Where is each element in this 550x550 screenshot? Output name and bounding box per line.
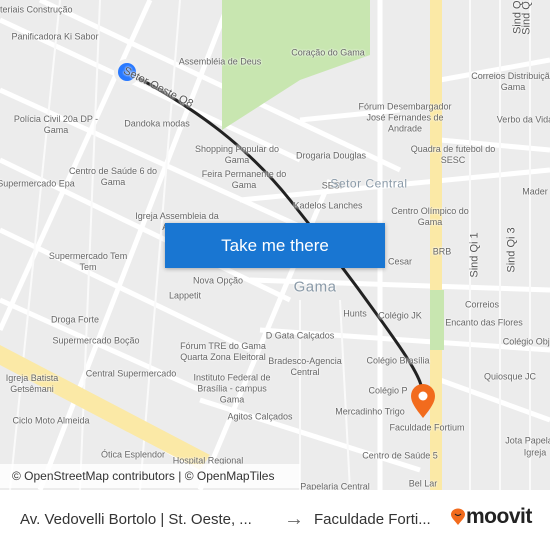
map-place-label: Ciclo Moto Almeida xyxy=(12,415,90,426)
map-place-label: Sind Qi xyxy=(511,0,524,35)
take-me-there-button[interactable]: Take me there xyxy=(165,223,385,268)
map-place-label: Encanto das Flores xyxy=(445,317,523,328)
map-place-label: Colégio Objet xyxy=(502,336,550,347)
main-avenue xyxy=(430,0,442,490)
map-place-label: Sind Qi 1 xyxy=(468,232,481,278)
map-place-label: Bel Lar xyxy=(408,478,438,489)
destination-name: Faculdade Forti... xyxy=(314,511,431,528)
map-place-label: Fórum TRE do Gama Quarta Zona Eleitoral xyxy=(180,341,266,362)
arrow-right-icon: → xyxy=(284,508,304,530)
map-place-label: Instituto Federal de Brasília - campus G… xyxy=(193,372,271,405)
map-place-label: Assembléia de Deus xyxy=(178,56,262,67)
map-place-label: Colégio P xyxy=(368,385,408,396)
map-place-label: Quadra de futebol do SESC xyxy=(410,144,496,165)
map-place-label: Correios Distribuição Gama xyxy=(471,71,550,92)
district-label: Setor Central xyxy=(330,176,408,191)
map-place-label: Feira Permanente do Gama xyxy=(201,169,287,190)
map-place-label: Central Supermercado xyxy=(85,368,177,379)
map-place-label: Polícia Civil 20a DP - Gama xyxy=(13,114,99,135)
map-place-label: Drogaria Douglas xyxy=(295,150,367,161)
map-place-label: BRB xyxy=(432,246,452,257)
moovit-logo: moovit xyxy=(450,505,532,529)
map-place-label: Droga Forte xyxy=(50,314,100,325)
district-label: Gama xyxy=(293,278,337,296)
map-place-label: Agitos Calçados xyxy=(227,411,293,422)
map-place-label: Panificadora Ki Sabor xyxy=(11,31,99,42)
map-place-label: Fórum Desembargador José Fernandes de An… xyxy=(358,101,452,134)
map-place-label: Centro Olímpico do Gama xyxy=(391,206,469,227)
map-place-label: Supermercado Epa xyxy=(0,178,75,189)
map-place-label: Jota Papela xyxy=(505,435,550,446)
map-place-label: Centro de Saúde 5 xyxy=(362,450,438,461)
map-place-label: Lappetit xyxy=(168,290,202,301)
map-place-label: Sind Qi 3 xyxy=(505,227,518,273)
map-place-label: Shopping Popular do Gama xyxy=(194,144,280,165)
origin-name: Av. Vedovelli Bortolo | St. Oeste, ... xyxy=(20,511,252,528)
map-place-label: Dandoka modas xyxy=(124,118,190,129)
map-place-label: Mader xyxy=(522,186,548,197)
map-place-label: Mercadinho Trigo xyxy=(335,406,405,417)
map-place-label: Correios xyxy=(464,299,500,310)
map[interactable]: Materiais Construção Panificadora Ki Sabo… xyxy=(0,0,550,490)
moovit-pin-icon xyxy=(451,508,465,525)
map-place-label: Supermercado Boção xyxy=(52,335,140,346)
map-place-label: Kadelos Lanches xyxy=(293,200,363,211)
map-place-label: Ótica Esplendor xyxy=(100,449,166,460)
map-place-label: Colégio Brasília xyxy=(366,355,430,366)
map-place-label: Nova Opção xyxy=(192,275,244,286)
map-place-label: Materiais Construção xyxy=(0,4,73,15)
map-place-label: Papelaria Central xyxy=(300,481,370,491)
map-attribution[interactable]: © OpenStreetMap contributors | © OpenMap… xyxy=(0,464,300,488)
map-place-label: D Gata Calçados xyxy=(265,330,335,341)
map-place-label: Faculdade Fortium xyxy=(389,422,465,433)
map-place-label: Colégio JK xyxy=(378,310,422,321)
map-place-label: Igreja Batista Getsêmani xyxy=(5,373,59,394)
map-place-label: Quiosque JC xyxy=(483,371,537,382)
map-place-label: Igreja xyxy=(523,447,547,458)
map-place-label: Centro de Saúde 6 do Gama xyxy=(68,166,158,187)
map-place-label: Verbo da Vida xyxy=(496,114,550,125)
map-place-label: Coração do Gama xyxy=(291,47,365,58)
map-place-label: Supermercado Tem Tem xyxy=(48,251,128,272)
moovit-wordmark: moovit xyxy=(466,505,532,528)
map-place-label: Hunts xyxy=(343,308,367,319)
